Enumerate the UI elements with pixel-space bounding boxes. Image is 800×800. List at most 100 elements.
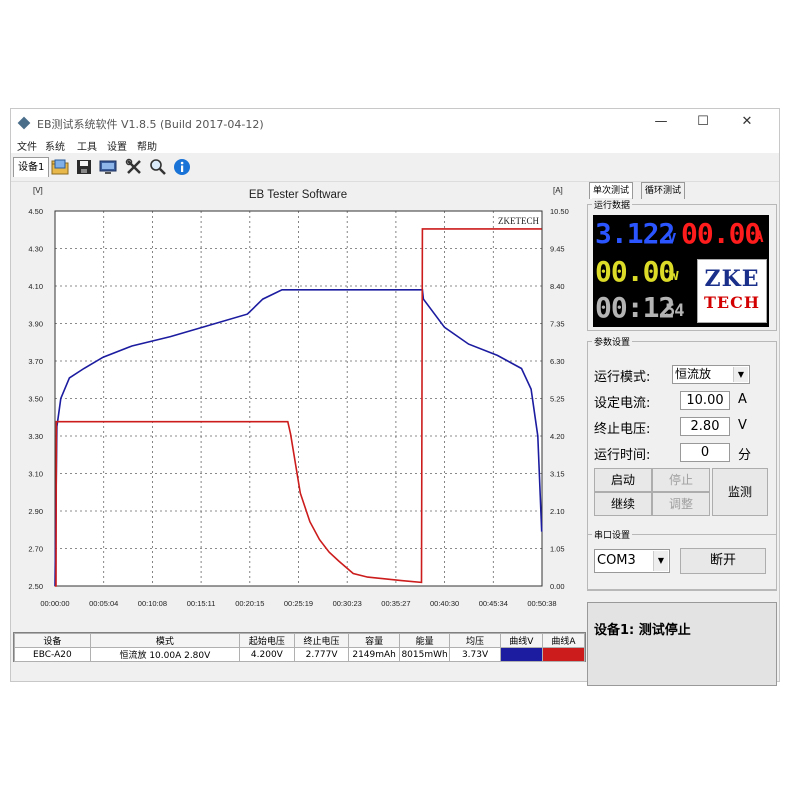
set-current-label: 设定电流: [594,396,651,411]
monitor-button[interactable]: 监测 [712,468,768,516]
lcd-time-seconds: 54 [665,301,685,321]
logo-text-top: ZKE [704,266,760,292]
right-tick-label: 8.40 [550,282,565,291]
lcd-voltage-value: 3.122 [595,217,675,250]
minimize-button[interactable]: — [641,111,681,133]
right-tick-label: 4.20 [550,432,565,441]
left-tick-label: 4.30 [28,245,43,254]
left-tick-label: 3.30 [28,432,43,441]
start-button[interactable]: 启动 [594,468,652,492]
run-data-label: 运行数据 [592,198,633,211]
menu-tools[interactable]: 工具 [77,138,97,153]
com-port-value: COM3 [597,553,636,568]
adjust-button[interactable]: 调整 [652,492,710,516]
x-tick-label: 00:35:27 [381,599,410,608]
save-icon[interactable] [73,156,95,178]
window-title: EB测试系统软件 V1.8.5 (Build 2017-04-12) [37,118,264,131]
stop-button[interactable]: 停止 [652,468,710,492]
x-tick-label: 00:00:00 [40,599,69,608]
curve-v-color-swatch[interactable] [499,647,543,662]
tab-single-test[interactable]: 单次测试 [589,182,634,199]
mode-label: 运行模式: [594,370,651,385]
lcd-power-value: 00.00 [595,255,675,288]
right-tick-label: 1.05 [550,545,565,554]
right-axis-unit: [A] [553,186,563,195]
summary-table: 设备 模式 起始电压 终止电压 容量 能量 均压 曲线V 曲线A EBC-A20… [13,632,586,662]
logo-text-bottom: TECH [704,293,760,312]
continue-button[interactable]: 继续 [594,492,652,516]
summary-capacity: 2149mAh [348,647,400,662]
run-time-field[interactable]: 0 [680,443,730,462]
right-tick-label: 9.45 [550,245,565,254]
summary-header-curve-a: 曲线A [541,633,586,648]
summary-mode: 恒流放 10.00A 2.80V [89,647,241,662]
params-label: 参数设置 [592,335,633,348]
cutoff-voltage-unit: V [738,418,747,433]
run-time-unit: 分 [738,448,752,463]
left-tick-label: 4.50 [28,207,43,216]
x-tick-label: 00:45:34 [479,599,508,608]
lcd-voltage-unit: v [667,227,677,246]
right-tick-label: 2.10 [550,507,565,516]
tab-device-1[interactable]: 设备1 [13,157,50,177]
summary-header-device: 设备 [14,633,91,648]
left-tick-label: 2.50 [28,582,43,591]
menu-settings[interactable]: 设置 [107,138,127,153]
toolbar: 设备1 [11,153,779,182]
tools-icon[interactable] [123,156,145,178]
left-axis-ticks: 4.50 4.30 4.10 3.90 3.70 3.50 3.30 3.10 2.90 2.70… [28,207,43,591]
x-axis-ticks: 00:00:00 00:05:04 00:10:08 00:15:11 00:20:15… [40,599,556,608]
summary-header-end-voltage: 终止电压 [293,633,350,648]
x-tick-label: 00:40:30 [430,599,459,608]
cutoff-voltage-label: 终止电压: [594,422,651,437]
left-axis-unit: [V] [33,186,43,195]
right-tick-label: 7.35 [550,320,565,329]
curve-a-color-swatch[interactable] [541,647,586,662]
lcd-current-unit: A [754,227,764,246]
chevron-down-icon[interactable]: ▼ [733,367,748,382]
mode-select[interactable]: 恒流放 ▼ [672,365,750,384]
chart-watermark: ZKETECH [498,216,539,226]
x-tick-label: 00:10:08 [138,599,167,608]
summary-header-start-voltage: 起始电压 [239,633,295,648]
chevron-down-icon[interactable]: ▼ [653,551,668,571]
info-icon[interactable] [171,156,193,178]
monitor-icon[interactable] [97,156,119,178]
set-current-field[interactable]: 10.00 [680,391,730,410]
zketech-logo: ZKE TECH [697,259,767,323]
status-panel: 设备1: 测试停止 [587,602,777,686]
maximize-button[interactable]: ☐ [683,111,723,133]
serial-group: 串口设置 COM3 ▼ 断开 [587,528,777,590]
mode-select-value: 恒流放 [675,367,712,381]
chart-svg: EB Tester Software [V] [A] ZKETECH 4.504… [28,186,569,608]
menu-file[interactable]: 文件 [17,138,37,153]
summary-end-voltage: 2.777V [293,647,350,662]
tab-cycle-test[interactable]: 循环测试 [641,182,686,199]
summary-energy: 8015mWh [398,647,451,662]
app-window: EB测试系统软件 V1.8.5 (Build 2017-04-12) — ☐ ✕… [10,108,780,686]
cutoff-voltage-field[interactable]: 2.80 [680,417,730,436]
menu-system[interactable]: 系统 [45,138,65,153]
summary-header-capacity: 容量 [348,633,400,648]
open-folder-icon[interactable] [49,156,71,178]
serial-label: 串口设置 [592,528,633,541]
menu-help[interactable]: 帮助 [137,138,157,153]
x-tick-label: 00:50:38 [527,599,556,608]
disconnect-button[interactable]: 断开 [680,548,766,574]
left-tick-label: 2.70 [28,545,43,554]
lcd-current-value: 00.00 [681,217,761,250]
close-button[interactable]: ✕ [727,111,767,133]
right-tick-label: 0.00 [550,582,565,591]
right-tick-label: 6.30 [550,357,565,366]
right-tick-label: 10.50 [550,207,569,216]
search-icon[interactable] [147,156,169,178]
run-time-label: 运行时间: [594,448,651,463]
status-message: 设备1: 测试停止 [594,623,691,638]
summary-avg-voltage: 3.73V [449,647,501,662]
summary-header-curve-v: 曲线V [499,633,543,648]
right-axis-ticks: 10.50 9.45 8.40 7.35 6.30 5.25 4.20 3.15 2.10 1.0… [550,207,569,591]
left-tick-label: 3.50 [28,395,43,404]
left-tick-label: 3.70 [28,357,43,366]
com-port-select[interactable]: COM3 ▼ [594,549,670,573]
right-tick-label: 3.15 [550,470,565,479]
